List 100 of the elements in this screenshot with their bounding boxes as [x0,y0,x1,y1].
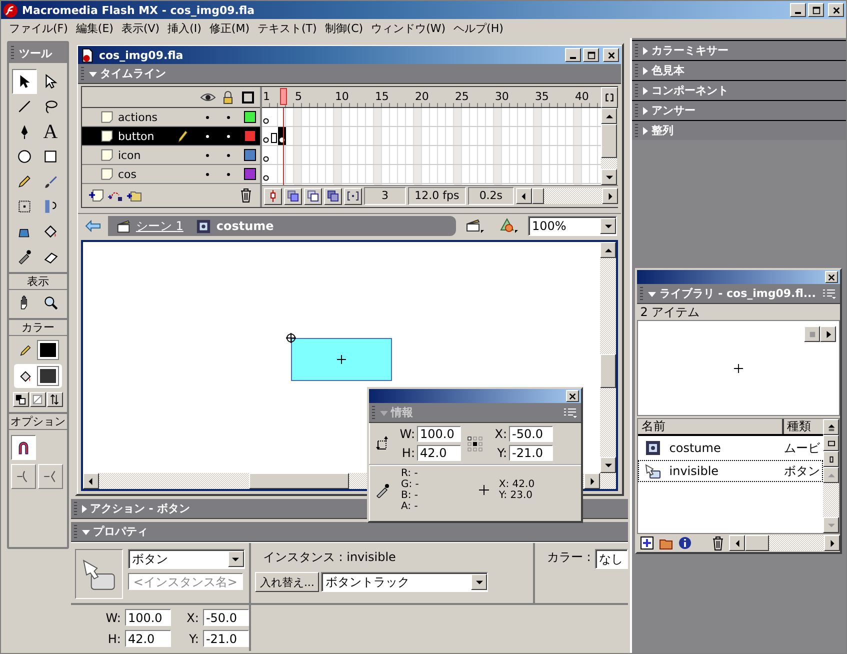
column-header[interactable]: 名前 [638,419,784,434]
color-control[interactable] [14,364,62,388]
visibility-dot[interactable] [206,134,209,138]
layer-color-box[interactable] [244,111,256,123]
panel-header[interactable]: コンポーネント [632,80,846,100]
playhead[interactable] [280,88,287,105]
lock-dot[interactable] [226,134,230,138]
add-layer-icon[interactable] [88,187,104,203]
minimize-button[interactable] [790,3,806,17]
option-button[interactable] [11,435,36,460]
number-field[interactable]: 42.0 [124,630,171,647]
scrollbar[interactable] [516,188,618,204]
layer-color-box[interactable] [244,149,256,161]
swap-colors-button[interactable] [46,392,63,407]
menu-item[interactable]: 修正(M) [205,21,254,36]
menu-item[interactable]: 挿入(I) [164,21,206,36]
scroll-thumb[interactable] [745,535,770,551]
menu-item[interactable]: ウィンドウ(W) [367,21,450,36]
frame-ruler[interactable]: 1 5 10 15 20 25 30 35 40 [262,87,602,108]
number-field[interactable]: -21.0 [509,445,553,461]
scroll-thumb[interactable] [532,188,544,204]
onion-skin-button[interactable] [284,188,302,204]
scrollbar[interactable] [729,535,840,551]
layer-row[interactable]: icon [82,146,260,165]
scroll-up-button[interactable] [600,242,616,258]
stop-button[interactable] [804,326,820,342]
number-field[interactable]: -50.0 [202,609,249,626]
tracking-dropdown[interactable]: ボタントラック [321,572,488,592]
info-icon[interactable] [677,535,694,551]
scene-link[interactable]: シーン 1 [136,218,184,234]
menu-item[interactable]: ファイル(F) [5,21,72,36]
color-swatch[interactable] [38,367,58,385]
scroll-up-button[interactable] [601,108,618,124]
zoom-dropdown[interactable]: 100% [528,216,618,236]
scroll-left-button[interactable] [516,188,532,204]
number-field[interactable]: 100.0 [124,609,171,626]
close-button[interactable] [566,390,579,402]
maximize-button[interactable] [808,3,824,17]
scroll-right-button[interactable] [584,473,600,489]
scroll-right-button[interactable] [824,535,840,551]
center-frame-button[interactable] [264,188,282,204]
panel-header[interactable]: アンサー [632,100,846,120]
library-item[interactable]: invisible ボタン [638,460,823,482]
layer-row[interactable]: button [82,127,260,146]
scroll-left-button[interactable] [729,535,746,551]
number-field[interactable]: 100.0 [417,426,461,442]
options-menu-icon[interactable] [822,288,836,300]
swap-button[interactable]: 入れ替え... [254,572,320,592]
menu-item[interactable]: テキスト(T) [253,21,321,36]
menu-item[interactable]: 制御(C) [320,21,368,36]
column-header[interactable]: 種類 [784,419,823,434]
panel-header[interactable]: ライブラリ - cos_img09.fl... [637,284,840,304]
new-symbol-icon[interactable] [639,535,656,551]
scroll-down-button[interactable] [601,169,618,185]
outline-icon[interactable] [240,90,256,104]
library-item[interactable]: costume ムービ [638,437,823,459]
center-frame-button[interactable] [601,87,618,108]
close-button[interactable] [825,271,838,283]
close-button[interactable] [828,3,844,17]
layer-row[interactable]: cos [82,165,260,184]
scroll-thumb[interactable] [248,473,349,489]
tool-button[interactable]: A [38,119,63,144]
panel-header[interactable]: プロパティ [70,522,628,542]
lock-dot[interactable] [226,154,230,156]
panel-header[interactable]: タイムライン [78,64,622,84]
menu-item[interactable]: 表示(V) [117,21,164,36]
scroll-right-button[interactable] [602,188,618,204]
color-swatch[interactable] [38,341,58,359]
number-field[interactable]: -50.0 [509,426,553,442]
tool-button[interactable] [12,69,37,94]
scroll-down-button[interactable] [600,457,616,473]
menu-item[interactable]: ヘルプ(H) [450,21,508,36]
number-field[interactable]: 42.0 [417,445,461,461]
panel-header[interactable]: 整列 [632,120,846,140]
onion-markers-button[interactable] [344,188,362,204]
options-menu-icon[interactable] [563,406,577,418]
visibility-dot[interactable] [206,172,209,176]
wide-view-button[interactable] [823,435,839,451]
maximize-button[interactable] [583,48,600,62]
menu-item[interactable]: 編集(E) [72,21,118,36]
scroll-left-button[interactable] [82,473,99,489]
onion-outline-button[interactable] [304,188,322,204]
visibility-dot[interactable] [206,116,209,118]
visibility-dot[interactable] [206,154,209,156]
close-button[interactable] [603,48,620,62]
scroll-down-button[interactable] [823,517,839,533]
symbol-type-dropdown[interactable]: ボタン [128,549,245,569]
play-button[interactable] [820,326,836,342]
grip-icon[interactable] [11,46,14,60]
registration-grid-icon[interactable] [467,436,483,452]
default-colors-button[interactable] [12,392,29,407]
panel-header[interactable]: 色見本 [632,60,846,80]
lock-dot[interactable] [226,172,230,176]
number-field[interactable]: -21.0 [202,630,249,647]
scroll-thumb[interactable] [600,354,616,388]
eye-icon[interactable] [200,90,216,104]
panel-header[interactable]: カラーミキサー [632,40,846,60]
scrollbar[interactable] [600,242,616,489]
edit-multiple-button[interactable] [324,188,342,204]
sort-button[interactable] [823,419,839,435]
